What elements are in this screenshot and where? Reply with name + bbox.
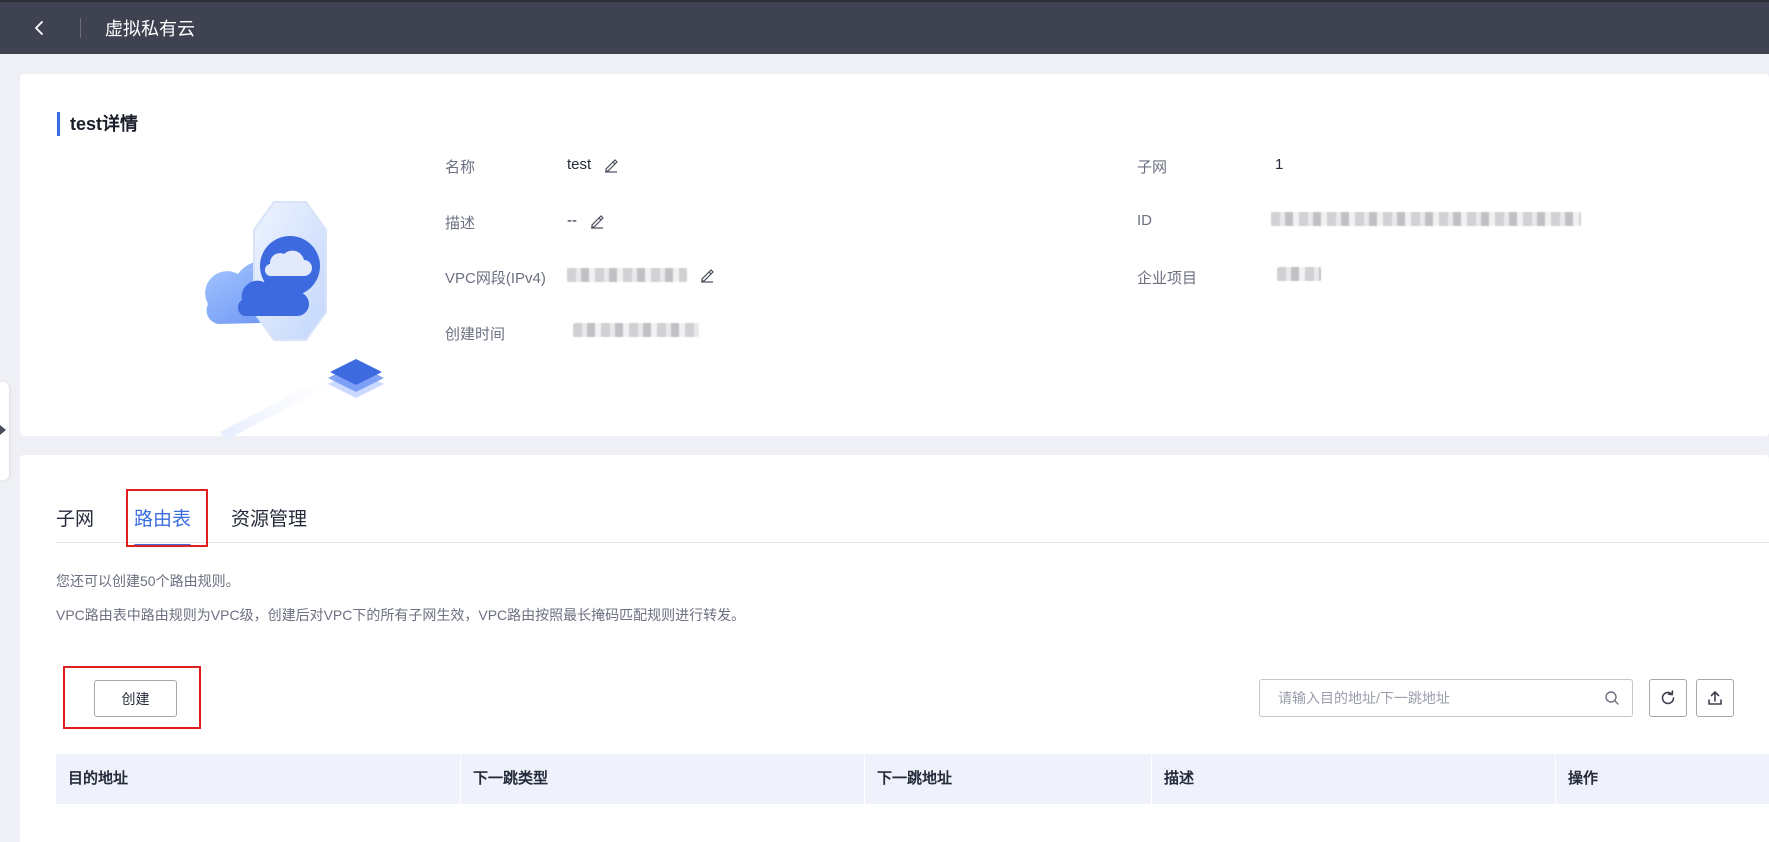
value-subnet: 1 bbox=[1275, 156, 1283, 173]
value-vpc-cidr bbox=[567, 267, 715, 283]
route-table-card: 子网 路由表 资源管理 您还可以创建50个路由规则。 VPC路由表中路由规则为V… bbox=[20, 455, 1769, 842]
label-subnet: 子网 bbox=[1137, 159, 1168, 176]
redacted-value bbox=[1271, 212, 1581, 226]
refresh-button[interactable] bbox=[1649, 679, 1687, 717]
redacted-value bbox=[573, 323, 699, 337]
redacted-value bbox=[567, 268, 687, 282]
page-title: 虚拟私有云 bbox=[105, 19, 195, 39]
edit-icon[interactable] bbox=[603, 157, 619, 173]
label-description: 描述 bbox=[445, 215, 476, 232]
route-scope-note: VPC路由表中路由规则为VPC级，创建后对VPC下的所有子网生效，VPC路由按照… bbox=[56, 607, 746, 623]
value-enterprise-project bbox=[1277, 267, 1321, 281]
edit-icon[interactable] bbox=[699, 267, 715, 283]
create-button[interactable]: 创建 bbox=[94, 680, 177, 717]
redacted-value bbox=[1277, 267, 1321, 281]
back-button[interactable] bbox=[0, 2, 80, 54]
value-id bbox=[1271, 212, 1581, 226]
search-icon[interactable] bbox=[1604, 690, 1620, 706]
column-next-hop-type[interactable]: 下一跳类型 bbox=[461, 754, 865, 804]
route-quota-note: 您还可以创建50个路由规则。 bbox=[56, 573, 240, 589]
caret-right-icon bbox=[0, 425, 6, 435]
column-operations: 操作 bbox=[1568, 770, 1599, 787]
tab-subnet[interactable]: 子网 bbox=[56, 505, 94, 547]
vpc-illustration bbox=[205, 201, 384, 440]
route-table-header: 目的地址 下一跳类型 下一跳地址 描述 操作 bbox=[56, 754, 1769, 804]
value-name-text: test bbox=[567, 156, 592, 173]
edit-icon[interactable] bbox=[589, 213, 605, 229]
column-destination[interactable]: 目的地址 bbox=[56, 754, 461, 804]
label-vpc-cidr: VPC网段(IPv4) bbox=[445, 270, 546, 287]
highlight-box-tab bbox=[126, 489, 208, 547]
tab-divider bbox=[56, 542, 1769, 543]
search-input[interactable] bbox=[1278, 690, 1604, 706]
detail-card: test详情 名称 test 描述 -- VPC网段(IPv4) 创建时间 子网… bbox=[20, 74, 1769, 440]
value-subnet-text: 1 bbox=[1275, 156, 1284, 173]
value-description-text: -- bbox=[567, 212, 577, 229]
column-next-hop-address[interactable]: 下一跳地址 bbox=[865, 754, 1152, 804]
top-bar: 虚拟私有云 bbox=[0, 0, 1769, 54]
export-button[interactable] bbox=[1696, 679, 1734, 717]
value-created-time bbox=[573, 323, 699, 337]
tab-resource-management[interactable]: 资源管理 bbox=[231, 505, 307, 547]
label-id: ID bbox=[1137, 212, 1152, 229]
refresh-icon bbox=[1661, 690, 1675, 705]
value-name: test bbox=[567, 156, 619, 173]
detail-title: test详情 bbox=[57, 112, 138, 136]
chevron-left-icon bbox=[35, 21, 43, 35]
value-description: -- bbox=[567, 212, 605, 229]
label-name: 名称 bbox=[445, 159, 476, 176]
header-divider bbox=[80, 18, 81, 38]
upload-icon bbox=[1708, 691, 1722, 705]
search-box bbox=[1259, 679, 1633, 717]
column-description[interactable]: 描述 bbox=[1152, 754, 1556, 804]
label-created-time: 创建时间 bbox=[445, 326, 506, 343]
label-enterprise-project: 企业项目 bbox=[1137, 270, 1198, 287]
